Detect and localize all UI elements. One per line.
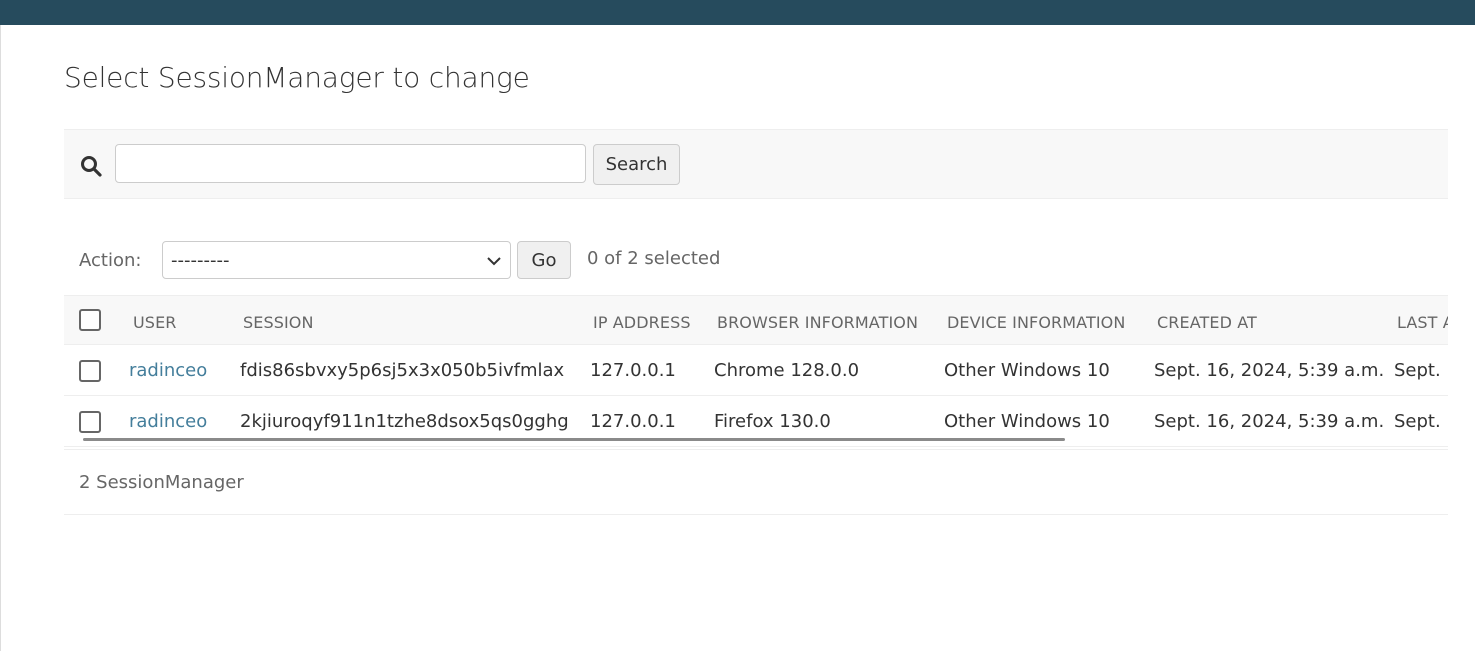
horizontal-scrollbar[interactable] xyxy=(83,438,1065,441)
row-session: 2kjiuroqyf911n1tzhe8dsox5qs0gghg xyxy=(240,411,569,432)
main-content: Select SessionManager to change Search A… xyxy=(64,25,1448,651)
search-icon xyxy=(81,156,102,177)
actions-bar: Action: --------- Go 0 of 2 selected xyxy=(64,233,1448,288)
go-button[interactable]: Go xyxy=(517,241,571,279)
result-count: 2 SessionManager xyxy=(79,472,244,493)
row-user-link[interactable]: radinceo xyxy=(129,360,207,381)
results-table: USER SESSION IP ADDRESS BROWSER INFORMAT… xyxy=(64,295,1448,448)
action-select[interactable]: --------- xyxy=(162,241,511,279)
row-created-at: Sept. 16, 2024, 5:39 a.m. xyxy=(1154,360,1385,381)
row-select-checkbox[interactable] xyxy=(79,411,101,433)
table-row: radinceo fdis86sbvxy5p6sj5x3x050b5ivfmla… xyxy=(64,345,1448,396)
search-button[interactable]: Search xyxy=(593,144,680,185)
column-header-device-information[interactable]: DEVICE INFORMATION xyxy=(947,313,1125,332)
column-header-ip-address[interactable]: IP ADDRESS xyxy=(593,313,691,332)
action-select-value: --------- xyxy=(171,250,230,271)
action-label: Action: xyxy=(79,250,142,271)
page-title: Select SessionManager to change xyxy=(64,61,530,94)
selected-counter: 0 of 2 selected xyxy=(587,248,721,269)
sidebar-edge xyxy=(0,25,1,651)
select-all-checkbox[interactable] xyxy=(79,309,101,331)
row-device: Other Windows 10 xyxy=(944,411,1110,432)
top-header-bar xyxy=(0,0,1475,25)
search-input[interactable] xyxy=(115,144,586,183)
column-header-created-at[interactable]: CREATED AT xyxy=(1157,313,1257,332)
row-browser: Chrome 128.0.0 xyxy=(714,360,860,381)
chevron-down-icon xyxy=(487,257,501,266)
column-header-user[interactable]: USER xyxy=(133,313,177,332)
column-header-browser-information[interactable]: BROWSER INFORMATION xyxy=(717,313,918,332)
row-browser: Firefox 130.0 xyxy=(714,411,831,432)
row-last-activity: Sept. 1 xyxy=(1394,360,1448,381)
row-user-link[interactable]: radinceo xyxy=(129,411,207,432)
result-count-bar: 2 SessionManager xyxy=(64,449,1448,515)
row-device: Other Windows 10 xyxy=(944,360,1110,381)
row-select-checkbox[interactable] xyxy=(79,360,101,382)
column-header-last-activity[interactable]: LAST A xyxy=(1397,313,1448,332)
row-ip-address: 127.0.0.1 xyxy=(590,411,676,432)
column-header-session[interactable]: SESSION xyxy=(243,313,314,332)
row-session: fdis86sbvxy5p6sj5x3x050b5ivfmlax xyxy=(240,360,565,381)
table-header: USER SESSION IP ADDRESS BROWSER INFORMAT… xyxy=(64,295,1448,345)
row-last-activity: Sept. 1 xyxy=(1394,411,1448,432)
row-ip-address: 127.0.0.1 xyxy=(590,360,676,381)
toolbar-search: Search xyxy=(64,129,1448,199)
row-created-at: Sept. 16, 2024, 5:39 a.m. xyxy=(1154,411,1385,432)
